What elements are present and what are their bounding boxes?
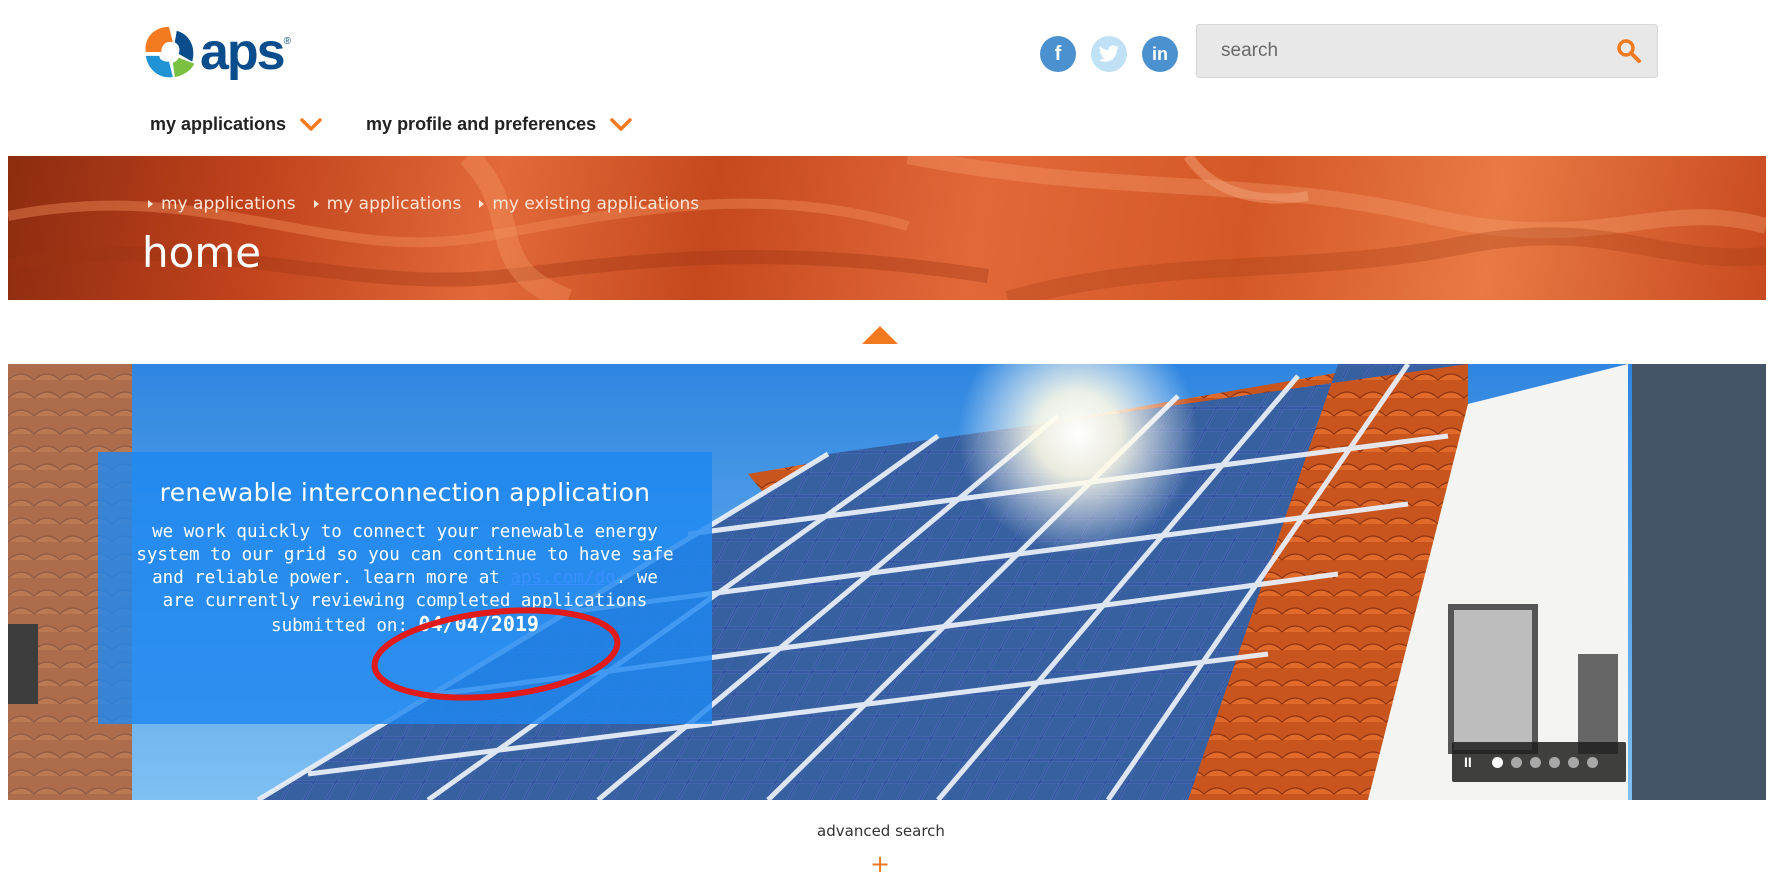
- breadcrumb-label: my applications: [161, 194, 296, 214]
- hero-carousel: renewable interconnection application we…: [8, 364, 1766, 800]
- caption-line: system to our grid so you can continue t…: [136, 545, 674, 565]
- pause-button[interactable]: II: [1464, 754, 1484, 770]
- twitter-bird-icon: [1098, 45, 1119, 62]
- caption-text: . we: [615, 568, 658, 588]
- nav-label: my applications: [150, 114, 287, 134]
- facebook-icon[interactable]: f: [1040, 36, 1076, 72]
- slide-dot[interactable]: [1568, 756, 1579, 768]
- aps-logo-icon: [145, 26, 195, 78]
- carousel-controls: II: [1452, 742, 1626, 782]
- nav-my-profile-and-preferences[interactable]: my profile and preferences: [366, 114, 632, 135]
- breadcrumb-item[interactable]: my existing applications: [479, 194, 699, 214]
- canyon-texture-image: [8, 156, 1766, 300]
- caption-text: and reliable power. learn more at: [152, 568, 511, 588]
- caption-title: renewable interconnection application: [159, 478, 651, 507]
- slide-dot[interactable]: [1511, 756, 1522, 768]
- nav-my-applications[interactable]: my applications: [150, 114, 322, 135]
- breadcrumb: my applications my applications my exist…: [148, 194, 699, 214]
- expand-plus-icon[interactable]: +: [870, 852, 890, 876]
- breadcrumb-item[interactable]: my applications: [313, 194, 462, 214]
- caret-right-icon: [148, 200, 153, 208]
- advanced-search-link[interactable]: advanced search: [0, 822, 1762, 840]
- twitter-icon[interactable]: [1091, 36, 1127, 72]
- caret-right-icon: [479, 200, 485, 208]
- chevron-down-icon: [300, 117, 322, 131]
- main-nav: my applications my profile and preferenc…: [150, 114, 632, 135]
- page-title: home: [142, 228, 262, 277]
- nav-label: my profile and preferences: [366, 114, 597, 134]
- linkedin-icon[interactable]: in: [1142, 36, 1178, 72]
- registered-mark: ®: [283, 36, 291, 47]
- caret-right-icon: [313, 200, 319, 208]
- breadcrumb-label: my existing applications: [492, 194, 700, 214]
- caption-line: and reliable power. learn more at aps.co…: [122, 567, 688, 590]
- collapse-arrow-icon[interactable]: [862, 326, 898, 344]
- slide-dot[interactable]: [1587, 756, 1598, 768]
- slide-dot[interactable]: [1549, 756, 1560, 768]
- page-banner: my applications my applications my exist…: [8, 156, 1766, 300]
- slide-dot[interactable]: [1492, 756, 1503, 768]
- social-links: f in: [1040, 36, 1178, 72]
- search-input[interactable]: [1197, 25, 1601, 77]
- learn-more-link[interactable]: aps.com/dg: [510, 568, 615, 588]
- logo-text: aps: [200, 23, 286, 81]
- slide-dot[interactable]: [1530, 756, 1541, 768]
- search-box: [1196, 24, 1658, 78]
- magnifier-icon: [1617, 39, 1641, 63]
- search-icon[interactable]: [1601, 25, 1657, 77]
- red-circle-annotation: [371, 607, 621, 701]
- breadcrumb-item[interactable]: my applications: [148, 194, 296, 214]
- aps-logo[interactable]: aps ®: [140, 22, 310, 82]
- breadcrumb-label: my applications: [326, 194, 462, 214]
- chevron-down-icon: [610, 117, 632, 131]
- caption-line: we work quickly to connect your renewabl…: [152, 522, 658, 542]
